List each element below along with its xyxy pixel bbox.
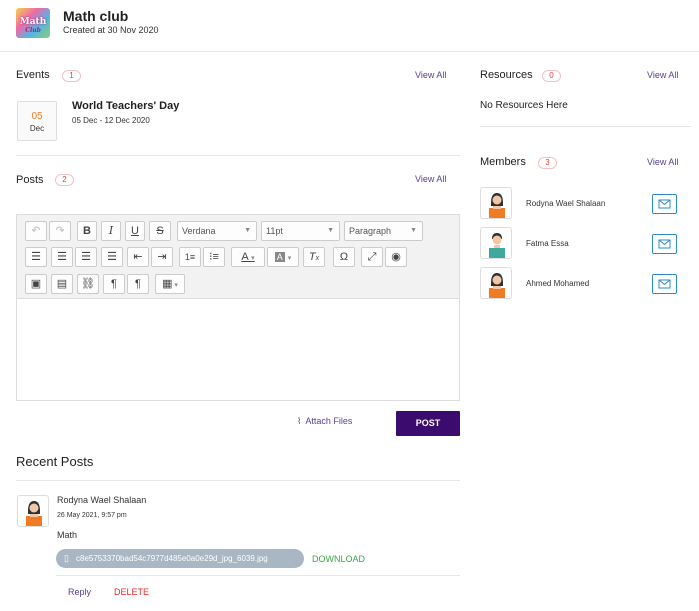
member-name[interactable]: Rodyna Wael Shalaan (526, 199, 605, 208)
chevron-down-icon: ▼ (327, 227, 334, 234)
preview-icon[interactable]: ◉ (385, 247, 407, 267)
reply-link[interactable]: Reply (68, 587, 91, 597)
bold-icon[interactable]: B (77, 221, 97, 241)
male-avatar-icon (489, 233, 505, 258)
align-right-icon[interactable]: ☰ (75, 247, 97, 267)
align-left-icon[interactable]: ☰ (25, 247, 47, 267)
insert-image-icon[interactable]: ▣ (25, 274, 47, 294)
mail-icon (658, 199, 671, 209)
clear-format-icon[interactable]: Tx (303, 247, 325, 267)
mail-icon (658, 279, 671, 289)
align-center-icon[interactable]: ☰ (51, 247, 73, 267)
attach-files-label: Attach Files (305, 416, 353, 426)
club-created-date: Created at 30 Nov 2020 (63, 25, 159, 35)
club-logo-text: Math (19, 17, 47, 27)
highlight-color-icon[interactable]: A ▾ (267, 247, 299, 267)
fullscreen-icon[interactable]: ⤢ (361, 247, 383, 267)
members-count-badge: 3 (538, 157, 557, 169)
file-icon: ▯ (64, 553, 69, 563)
event-month: Dec (29, 124, 45, 133)
posts-view-all-link[interactable]: View All (415, 174, 446, 184)
attached-file-name: c8e5753370bad54c7977d485e0a0e29d_jpg_603… (76, 554, 268, 563)
resources-divider (480, 126, 691, 127)
redo-icon[interactable]: ↷ (49, 221, 71, 241)
avatar (480, 267, 512, 299)
members-view-all-link[interactable]: View All (647, 157, 678, 167)
posts-count-badge: 2 (55, 174, 74, 186)
posts-title: Posts (16, 174, 44, 186)
insert-media-icon[interactable]: ▤ (51, 274, 73, 294)
block-format-value: Paragraph (349, 226, 392, 236)
recent-posts-divider (16, 480, 460, 481)
event-date-box: 05 Dec (17, 101, 57, 141)
female-avatar-icon (26, 501, 42, 526)
mail-icon (658, 239, 671, 249)
club-title: Math club (63, 8, 129, 24)
font-family-value: Verdana (182, 226, 216, 236)
rtl-direction-icon[interactable]: ¶ (127, 274, 149, 294)
recent-posts-title: Recent Posts (16, 454, 94, 469)
bullet-list-icon[interactable]: ⁝≡ (203, 247, 225, 267)
no-resources-message: No Resources Here (480, 100, 568, 111)
members-title: Members (480, 156, 526, 168)
chevron-down-icon: ▼ (244, 227, 251, 234)
avatar (17, 495, 49, 527)
post-button[interactable]: POST (396, 411, 460, 436)
member-name[interactable]: Fatma Essa (526, 239, 569, 248)
events-count-badge: 1 (62, 70, 81, 82)
undo-icon[interactable]: ↶ (25, 221, 47, 241)
delete-link[interactable]: DELETE (114, 587, 149, 597)
underline-icon[interactable]: U (125, 221, 145, 241)
chevron-down-icon: ▼ (410, 227, 417, 234)
avatar (480, 227, 512, 259)
font-size-value: 11pt (266, 226, 283, 236)
post-author-name[interactable]: Rodyna Wael Shalaan (57, 495, 146, 505)
ltr-direction-icon[interactable]: ¶ (103, 274, 125, 294)
align-justify-icon[interactable]: ☰ (101, 247, 123, 267)
table-icon[interactable]: ▦ ▾ (155, 274, 185, 294)
attached-file-chip[interactable]: ▯ c8e5753370bad54c7977d485e0a0e29d_jpg_60… (56, 549, 304, 568)
events-divider (16, 155, 460, 156)
post-timestamp: 26 May 2021, 9:57 pm (57, 512, 127, 519)
block-format-select[interactable]: Paragraph ▼ (344, 221, 423, 241)
event-date-range: 05 Dec - 12 Dec 2020 (72, 116, 150, 125)
club-logo-subtext: Club (25, 27, 41, 34)
indent-icon[interactable]: ⇥ (151, 247, 173, 267)
post-text: Math (57, 530, 78, 540)
insert-link-icon[interactable]: ⛓ (77, 274, 99, 294)
avatar (480, 187, 512, 219)
editor-toolbar: ↶ ↷ B I U S Verdana ▼ 11pt ▼ Paragraph ▼ ☰ … (17, 215, 459, 299)
text-color-icon[interactable]: A ▾ (231, 247, 265, 267)
strikethrough-icon[interactable]: S (149, 221, 171, 241)
paperclip-icon: ⌇ (297, 416, 302, 426)
events-title: Events (16, 69, 50, 81)
editor-content-area[interactable] (17, 300, 459, 400)
message-member-button[interactable] (652, 274, 677, 294)
events-view-all-link[interactable]: View All (415, 70, 446, 80)
numbered-list-icon[interactable]: 1≡ (179, 247, 201, 267)
event-day: 05 (31, 111, 43, 122)
font-size-select[interactable]: 11pt ▼ (261, 221, 340, 241)
club-header: Math Club Math club Created at 30 Nov 20… (0, 0, 699, 52)
outdent-icon[interactable]: ⇤ (127, 247, 149, 267)
download-link[interactable]: DOWNLOAD (312, 554, 365, 564)
resources-title: Resources (480, 69, 533, 81)
italic-icon[interactable]: I (101, 221, 121, 241)
post-editor: ↶ ↷ B I U S Verdana ▼ 11pt ▼ Paragraph ▼ ☰ … (16, 214, 460, 401)
message-member-button[interactable] (652, 194, 677, 214)
member-name[interactable]: Ahmed Mohamed (526, 279, 589, 288)
post-actions-divider (56, 575, 460, 576)
club-logo: Math Club (16, 8, 50, 38)
female-avatar-icon (489, 193, 505, 218)
attach-files-link[interactable]: ⌇ Attach Files (297, 416, 352, 427)
female-avatar-icon (489, 273, 505, 298)
resources-view-all-link[interactable]: View All (647, 70, 678, 80)
special-character-icon[interactable]: Ω (333, 247, 355, 267)
resources-count-badge: 0 (542, 70, 561, 82)
event-title[interactable]: World Teachers' Day (72, 100, 179, 112)
message-member-button[interactable] (652, 234, 677, 254)
font-family-select[interactable]: Verdana ▼ (177, 221, 257, 241)
